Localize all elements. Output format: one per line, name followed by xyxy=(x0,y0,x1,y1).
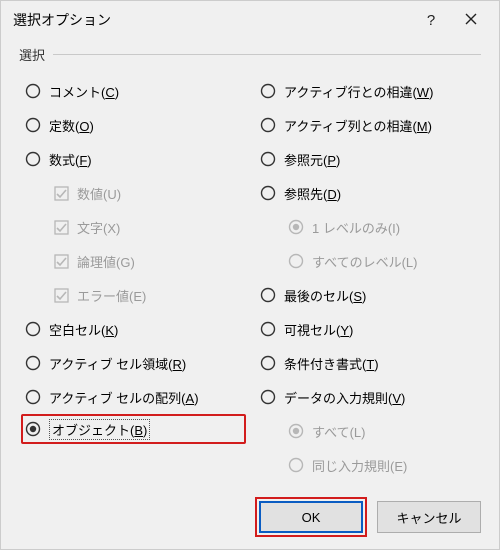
option-blanks[interactable]: 空白セル(K) xyxy=(19,312,246,346)
option-numbers: 数値(U) xyxy=(19,176,246,210)
radio-icon xyxy=(288,457,304,473)
option-row-differences[interactable]: アクティブ行との相違(W) xyxy=(254,74,481,108)
option-label: データの入力規則(V) xyxy=(284,388,405,407)
radio-icon xyxy=(25,117,41,133)
radio-icon xyxy=(260,321,276,337)
radio-icon xyxy=(25,321,41,337)
radio-icon xyxy=(25,151,41,167)
option-objects[interactable]: オブジェクト(B) xyxy=(21,414,246,444)
group-header: 選択 xyxy=(19,45,481,64)
option-label: アクティブ セル領域(R) xyxy=(49,354,186,373)
radio-icon xyxy=(288,253,304,269)
option-label: 条件付き書式(T) xyxy=(284,354,379,373)
option-label: 1 レベルのみ(I) xyxy=(312,218,400,237)
group-label: 選択 xyxy=(19,45,45,64)
close-icon xyxy=(465,12,477,29)
dialog-body: 選択 コメント(C) 定数(O) xyxy=(1,39,499,489)
option-label: 定数(O) xyxy=(49,116,94,135)
option-logicals: 論理値(G) xyxy=(19,244,246,278)
radio-icon xyxy=(260,355,276,371)
option-label: アクティブ セルの配列(A) xyxy=(49,388,199,407)
option-label: 文字(X) xyxy=(77,218,120,237)
radio-icon xyxy=(260,287,276,303)
dialog-footer: OK キャンセル xyxy=(1,489,499,549)
option-label: オブジェクト(B) xyxy=(49,419,150,440)
select-group: 選択 コメント(C) 定数(O) xyxy=(19,45,481,482)
right-column: アクティブ行との相違(W) アクティブ列との相違(M) 参照元(P) xyxy=(254,74,481,482)
option-label: エラー値(E) xyxy=(77,286,146,305)
help-button[interactable]: ? xyxy=(411,5,451,35)
option-current-region[interactable]: アクティブ セル領域(R) xyxy=(19,346,246,380)
option-precedents[interactable]: 参照元(P) xyxy=(254,142,481,176)
radio-icon-selected xyxy=(288,219,304,235)
option-label: アクティブ行との相違(W) xyxy=(284,82,433,101)
option-label: コメント(C) xyxy=(49,82,119,101)
option-data-validation[interactable]: データの入力規則(V) xyxy=(254,380,481,414)
option-conditional-formats[interactable]: 条件付き書式(T) xyxy=(254,346,481,380)
ok-button[interactable]: OK xyxy=(259,501,363,533)
radio-icon-selected xyxy=(288,423,304,439)
option-errors: エラー値(E) xyxy=(19,278,246,312)
option-column-differences[interactable]: アクティブ列との相違(M) xyxy=(254,108,481,142)
left-column: コメント(C) 定数(O) 数式(F) xyxy=(19,74,246,482)
radio-icon-selected xyxy=(25,421,41,437)
option-label: すべて(L) xyxy=(312,422,365,441)
option-text: 文字(X) xyxy=(19,210,246,244)
option-label: 論理値(G) xyxy=(77,252,135,271)
option-current-array[interactable]: アクティブ セルの配列(A) xyxy=(19,380,246,414)
option-dependents[interactable]: 参照先(D) xyxy=(254,176,481,210)
radio-icon xyxy=(260,151,276,167)
checkbox-icon xyxy=(53,287,69,303)
checkbox-icon xyxy=(53,253,69,269)
radio-icon xyxy=(25,83,41,99)
option-label: 参照元(P) xyxy=(284,150,340,169)
option-one-level: 1 レベルのみ(I) xyxy=(254,210,481,244)
radio-icon xyxy=(25,355,41,371)
option-visible-cells[interactable]: 可視セル(Y) xyxy=(254,312,481,346)
option-constants[interactable]: 定数(O) xyxy=(19,108,246,142)
radio-icon xyxy=(260,389,276,405)
option-label: 最後のセル(S) xyxy=(284,286,366,305)
option-last-cell[interactable]: 最後のセル(S) xyxy=(254,278,481,312)
radio-icon xyxy=(260,83,276,99)
option-label: アクティブ列との相違(M) xyxy=(284,116,432,135)
radio-icon xyxy=(25,389,41,405)
option-label: 同じ入力規則(E) xyxy=(312,456,407,475)
option-label: 空白セル(K) xyxy=(49,320,118,339)
dialog-title: 選択オプション xyxy=(13,10,411,30)
option-label: すべてのレベル(L) xyxy=(312,252,417,271)
option-label: 参照先(D) xyxy=(284,184,341,203)
checkbox-icon xyxy=(53,219,69,235)
option-validation-all: すべて(L) xyxy=(254,414,481,448)
radio-icon xyxy=(260,117,276,133)
checkbox-icon xyxy=(53,185,69,201)
option-validation-same: 同じ入力規則(E) xyxy=(254,448,481,482)
cancel-button[interactable]: キャンセル xyxy=(377,501,481,533)
option-label: 数式(F) xyxy=(49,150,92,169)
option-label: 数値(U) xyxy=(77,184,121,203)
go-to-special-dialog: 選択オプション ? 選択 コメン xyxy=(0,0,500,550)
titlebar: 選択オプション ? xyxy=(1,1,499,39)
option-comments[interactable]: コメント(C) xyxy=(19,74,246,108)
help-icon: ? xyxy=(427,12,435,29)
option-label: 可視セル(Y) xyxy=(284,320,353,339)
option-formulas[interactable]: 数式(F) xyxy=(19,142,246,176)
close-button[interactable] xyxy=(451,5,491,35)
group-divider xyxy=(53,54,481,55)
option-all-levels: すべてのレベル(L) xyxy=(254,244,481,278)
radio-icon xyxy=(260,185,276,201)
